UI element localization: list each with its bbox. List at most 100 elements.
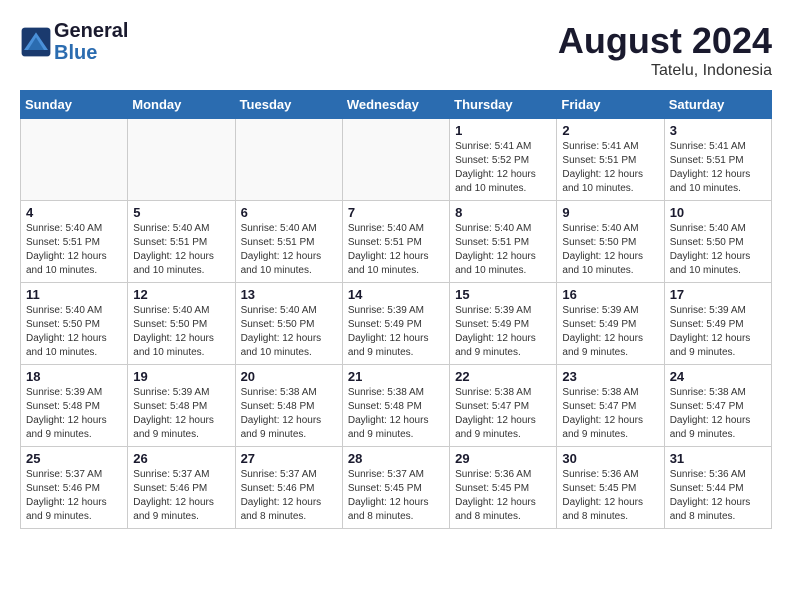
logo-icon <box>20 26 52 58</box>
calendar-cell: 23 Sunrise: 5:38 AM Sunset: 5:47 PM Dayli… <box>557 365 664 447</box>
day-number: 22 <box>455 369 551 384</box>
calendar-table: SundayMondayTuesdayWednesdayThursdayFrid… <box>20 90 772 529</box>
day-info: Sunrise: 5:40 AM Sunset: 5:50 PM Dayligh… <box>26 304 122 360</box>
day-info: Sunrise: 5:40 AM Sunset: 5:50 PM Dayligh… <box>562 222 658 278</box>
day-number: 19 <box>133 369 229 384</box>
day-info: Sunrise: 5:36 AM Sunset: 5:44 PM Dayligh… <box>670 468 766 524</box>
week-row-1: 1 Sunrise: 5:41 AM Sunset: 5:52 PM Daylig… <box>21 119 772 201</box>
calendar-cell: 5 Sunrise: 5:40 AM Sunset: 5:51 PM Daylig… <box>128 201 235 283</box>
day-info: Sunrise: 5:37 AM Sunset: 5:45 PM Dayligh… <box>348 468 444 524</box>
calendar-cell: 20 Sunrise: 5:38 AM Sunset: 5:48 PM Dayli… <box>235 365 342 447</box>
calendar-cell: 14 Sunrise: 5:39 AM Sunset: 5:49 PM Dayli… <box>342 283 449 365</box>
day-info: Sunrise: 5:41 AM Sunset: 5:51 PM Dayligh… <box>562 140 658 196</box>
day-number: 21 <box>348 369 444 384</box>
day-number: 8 <box>455 205 551 220</box>
calendar-cell: 26Sunrise: 5:37 AM Sunset: 5:46 PM Dayli… <box>128 447 235 529</box>
weekday-header-wednesday: Wednesday <box>342 91 449 119</box>
day-number: 26 <box>133 451 229 466</box>
day-info: Sunrise: 5:39 AM Sunset: 5:49 PM Dayligh… <box>348 304 444 360</box>
day-number: 24 <box>670 369 766 384</box>
weekday-header-thursday: Thursday <box>450 91 557 119</box>
calendar-cell: 9 Sunrise: 5:40 AM Sunset: 5:50 PM Daylig… <box>557 201 664 283</box>
weekday-header-friday: Friday <box>557 91 664 119</box>
weekday-header-row: SundayMondayTuesdayWednesdayThursdayFrid… <box>21 91 772 119</box>
day-number: 5 <box>133 205 229 220</box>
day-number: 14 <box>348 287 444 302</box>
day-info: Sunrise: 5:37 AM Sunset: 5:46 PM Dayligh… <box>26 468 122 524</box>
day-number: 23 <box>562 369 658 384</box>
day-number: 31 <box>670 451 766 466</box>
weekday-header-sunday: Sunday <box>21 91 128 119</box>
day-info: Sunrise: 5:40 AM Sunset: 5:51 PM Dayligh… <box>133 222 229 278</box>
day-info: Sunrise: 5:40 AM Sunset: 5:51 PM Dayligh… <box>26 222 122 278</box>
calendar-cell: 18Sunrise: 5:39 AM Sunset: 5:48 PM Dayli… <box>21 365 128 447</box>
calendar-cell: 3 Sunrise: 5:41 AM Sunset: 5:51 PM Daylig… <box>664 119 771 201</box>
calendar-cell <box>235 119 342 201</box>
day-info: Sunrise: 5:36 AM Sunset: 5:45 PM Dayligh… <box>562 468 658 524</box>
day-info: Sunrise: 5:38 AM Sunset: 5:47 PM Dayligh… <box>455 386 551 442</box>
day-info: Sunrise: 5:40 AM Sunset: 5:51 PM Dayligh… <box>241 222 337 278</box>
day-info: Sunrise: 5:36 AM Sunset: 5:45 PM Dayligh… <box>455 468 551 524</box>
day-info: Sunrise: 5:39 AM Sunset: 5:48 PM Dayligh… <box>26 386 122 442</box>
calendar-cell: 13 Sunrise: 5:40 AM Sunset: 5:50 PM Dayli… <box>235 283 342 365</box>
day-info: Sunrise: 5:38 AM Sunset: 5:47 PM Dayligh… <box>670 386 766 442</box>
week-row-3: 11 Sunrise: 5:40 AM Sunset: 5:50 PM Dayli… <box>21 283 772 365</box>
day-number: 6 <box>241 205 337 220</box>
calendar-cell: 8 Sunrise: 5:40 AM Sunset: 5:51 PM Daylig… <box>450 201 557 283</box>
day-info: Sunrise: 5:40 AM Sunset: 5:51 PM Dayligh… <box>455 222 551 278</box>
day-number: 4 <box>26 205 122 220</box>
day-info: Sunrise: 5:39 AM Sunset: 5:49 PM Dayligh… <box>670 304 766 360</box>
day-number: 12 <box>133 287 229 302</box>
week-row-4: 18Sunrise: 5:39 AM Sunset: 5:48 PM Dayli… <box>21 365 772 447</box>
weekday-header-monday: Monday <box>128 91 235 119</box>
calendar-cell: 22 Sunrise: 5:38 AM Sunset: 5:47 PM Dayli… <box>450 365 557 447</box>
calendar-cell: 1 Sunrise: 5:41 AM Sunset: 5:52 PM Daylig… <box>450 119 557 201</box>
calendar-cell: 28Sunrise: 5:37 AM Sunset: 5:45 PM Dayli… <box>342 447 449 529</box>
calendar-cell: 11 Sunrise: 5:40 AM Sunset: 5:50 PM Dayli… <box>21 283 128 365</box>
logo-text: General Blue <box>54 20 128 64</box>
calendar-cell: 6 Sunrise: 5:40 AM Sunset: 5:51 PM Daylig… <box>235 201 342 283</box>
calendar-cell: 19 Sunrise: 5:39 AM Sunset: 5:48 PM Dayli… <box>128 365 235 447</box>
day-info: Sunrise: 5:38 AM Sunset: 5:48 PM Dayligh… <box>348 386 444 442</box>
calendar-cell: 31 Sunrise: 5:36 AM Sunset: 5:44 PM Dayli… <box>664 447 771 529</box>
day-number: 13 <box>241 287 337 302</box>
calendar-cell: 10Sunrise: 5:40 AM Sunset: 5:50 PM Dayli… <box>664 201 771 283</box>
weekday-header-tuesday: Tuesday <box>235 91 342 119</box>
calendar-cell: 29Sunrise: 5:36 AM Sunset: 5:45 PM Dayli… <box>450 447 557 529</box>
day-number: 11 <box>26 287 122 302</box>
location: Tatelu, Indonesia <box>558 62 772 80</box>
day-number: 30 <box>562 451 658 466</box>
weekday-header-saturday: Saturday <box>664 91 771 119</box>
calendar-cell: 27 Sunrise: 5:37 AM Sunset: 5:46 PM Dayli… <box>235 447 342 529</box>
day-number: 1 <box>455 123 551 138</box>
day-number: 25 <box>26 451 122 466</box>
day-info: Sunrise: 5:40 AM Sunset: 5:51 PM Dayligh… <box>348 222 444 278</box>
day-number: 9 <box>562 205 658 220</box>
title-block: August 2024 Tatelu, Indonesia <box>558 20 772 80</box>
page-header: General Blue August 2024 Tatelu, Indones… <box>20 20 772 80</box>
day-number: 16 <box>562 287 658 302</box>
day-number: 2 <box>562 123 658 138</box>
week-row-2: 4 Sunrise: 5:40 AM Sunset: 5:51 PM Daylig… <box>21 201 772 283</box>
day-info: Sunrise: 5:40 AM Sunset: 5:50 PM Dayligh… <box>241 304 337 360</box>
calendar-cell: 15Sunrise: 5:39 AM Sunset: 5:49 PM Dayli… <box>450 283 557 365</box>
day-info: Sunrise: 5:39 AM Sunset: 5:48 PM Dayligh… <box>133 386 229 442</box>
day-info: Sunrise: 5:37 AM Sunset: 5:46 PM Dayligh… <box>241 468 337 524</box>
calendar-cell: 21 Sunrise: 5:38 AM Sunset: 5:48 PM Dayli… <box>342 365 449 447</box>
calendar-cell: 4 Sunrise: 5:40 AM Sunset: 5:51 PM Daylig… <box>21 201 128 283</box>
calendar-cell: 12 Sunrise: 5:40 AM Sunset: 5:50 PM Dayli… <box>128 283 235 365</box>
calendar-cell: 25 Sunrise: 5:37 AM Sunset: 5:46 PM Dayli… <box>21 447 128 529</box>
month-title: August 2024 <box>558 20 772 62</box>
day-info: Sunrise: 5:38 AM Sunset: 5:47 PM Dayligh… <box>562 386 658 442</box>
calendar-cell: 30 Sunrise: 5:36 AM Sunset: 5:45 PM Dayli… <box>557 447 664 529</box>
calendar-cell <box>128 119 235 201</box>
day-info: Sunrise: 5:41 AM Sunset: 5:51 PM Dayligh… <box>670 140 766 196</box>
day-number: 20 <box>241 369 337 384</box>
day-number: 17 <box>670 287 766 302</box>
day-number: 3 <box>670 123 766 138</box>
calendar-cell: 16Sunrise: 5:39 AM Sunset: 5:49 PM Dayli… <box>557 283 664 365</box>
day-info: Sunrise: 5:40 AM Sunset: 5:50 PM Dayligh… <box>133 304 229 360</box>
day-info: Sunrise: 5:41 AM Sunset: 5:52 PM Dayligh… <box>455 140 551 196</box>
day-number: 27 <box>241 451 337 466</box>
day-info: Sunrise: 5:38 AM Sunset: 5:48 PM Dayligh… <box>241 386 337 442</box>
